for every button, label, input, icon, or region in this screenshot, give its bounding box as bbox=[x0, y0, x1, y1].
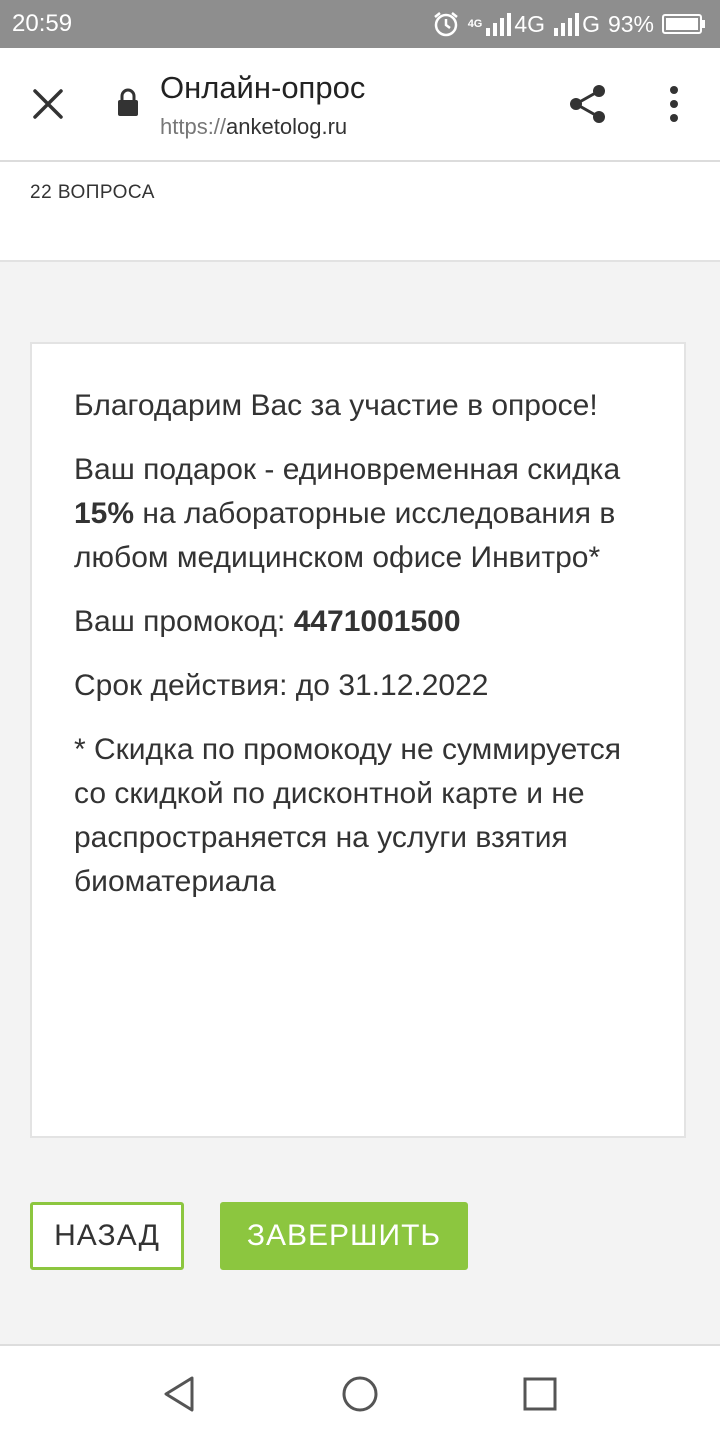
promo-line: Ваш промокод: 4471001500 bbox=[74, 600, 644, 644]
network-label-2: G bbox=[582, 10, 600, 37]
gift-text: Ваш подарок - единовременная скидка 15% … bbox=[74, 448, 644, 580]
question-count: 22 ВОПРОСА bbox=[30, 182, 155, 203]
signal-bars-icon bbox=[554, 13, 580, 36]
home-circle-icon[interactable] bbox=[340, 1374, 380, 1414]
page-url[interactable]: https://anketolog.ru bbox=[160, 114, 347, 140]
url-scheme: https:// bbox=[160, 114, 227, 139]
result-card: Благодарим Вас за участие в опросе! Ваш … bbox=[30, 342, 686, 1138]
thanks-text: Благодарим Вас за участие в опросе! bbox=[74, 389, 598, 422]
promo-label: Ваш промокод: bbox=[74, 605, 294, 638]
network-small-label: 4G bbox=[467, 17, 483, 30]
more-vert-icon[interactable] bbox=[660, 84, 688, 124]
lock-icon bbox=[118, 88, 138, 116]
result-text: Благодарим Вас за участие в опросе! Ваш … bbox=[74, 384, 644, 924]
signal-1: 4G 4G bbox=[468, 11, 545, 38]
status-bar: 20:59 4G 4G G 93% bbox=[0, 0, 720, 48]
gift-text-start: Ваш подарок - единовременная скидка bbox=[74, 453, 621, 486]
alarm-icon bbox=[433, 12, 458, 37]
back-triangle-icon[interactable] bbox=[160, 1374, 200, 1414]
network-label-1: 4G bbox=[514, 10, 546, 37]
back-button[interactable]: НАЗАД bbox=[30, 1202, 184, 1270]
signal-bars-icon bbox=[486, 13, 512, 36]
status-icons: 4G 4G G 93% bbox=[432, 0, 706, 48]
status-time: 20:59 bbox=[12, 10, 73, 37]
promo-code: 4471001500 bbox=[293, 605, 461, 638]
share-icon[interactable] bbox=[566, 82, 610, 126]
survey-header: 22 ВОПРОСА bbox=[0, 162, 720, 262]
url-host: anketolog.ru bbox=[226, 114, 348, 139]
browser-toolbar: Онлайн-опрос https://anketolog.ru bbox=[0, 48, 720, 162]
signal-2: G bbox=[553, 11, 600, 38]
finish-button[interactable]: ЗАВЕРШИТЬ bbox=[220, 1202, 468, 1270]
footnote-text: * Скидка по промокоду не суммируется со … bbox=[74, 733, 621, 898]
page-title: Онлайн-опрос bbox=[160, 70, 366, 105]
battery-percent: 93% bbox=[607, 10, 654, 37]
validity-text: Срок действия: до 31.12.2022 bbox=[74, 669, 489, 702]
close-icon[interactable] bbox=[28, 84, 68, 124]
system-nav-bar bbox=[0, 1344, 720, 1440]
battery-icon bbox=[662, 14, 705, 34]
gift-text-end: на лабораторные исследования в любом мед… bbox=[74, 497, 616, 574]
recents-square-icon[interactable] bbox=[520, 1374, 560, 1414]
discount-value: 15% bbox=[74, 497, 135, 530]
